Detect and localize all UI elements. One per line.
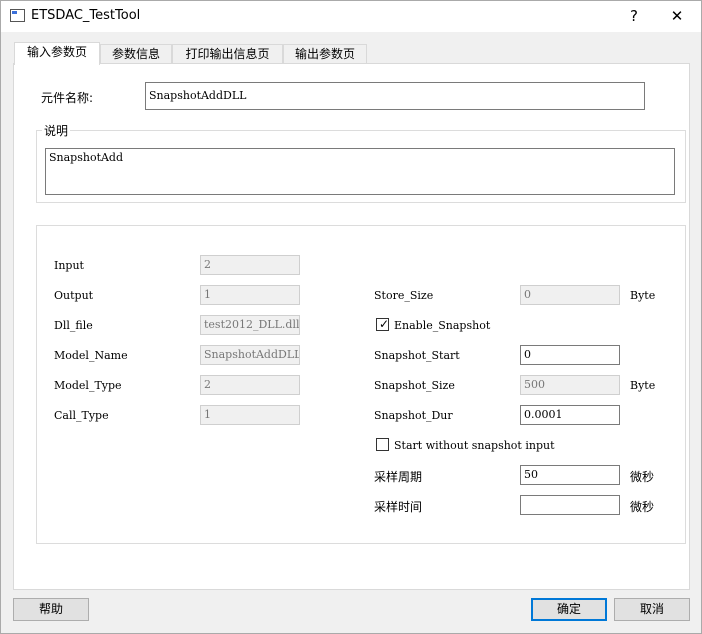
snapshot-dur-label: Snapshot_Dur xyxy=(374,409,453,422)
model-type-label: Model_Type xyxy=(54,379,122,392)
sample-time-input[interactable] xyxy=(520,495,620,515)
call-type-label: Call_Type xyxy=(54,409,109,422)
sample-time-label: 采样时间 xyxy=(374,500,423,514)
tab-panel: 元件名称: SnapshotAddDLL 说明 SnapshotAdd Inpu… xyxy=(13,63,690,590)
sample-period-unit: 微秒 xyxy=(630,470,655,484)
output-field: 1 xyxy=(200,285,300,305)
start-without-snapshot-label[interactable]: Start without snapshot input xyxy=(394,439,555,452)
snapshot-size-unit: Byte xyxy=(630,379,656,392)
sample-period-input[interactable]: 50 xyxy=(520,465,620,485)
input-label: Input xyxy=(54,259,84,272)
snapshot-start-input[interactable]: 0 xyxy=(520,345,620,365)
snapshot-size-field: 500 xyxy=(520,375,620,395)
snapshot-size-label: Snapshot_Size xyxy=(374,379,455,392)
close-icon[interactable]: ✕ xyxy=(663,5,691,27)
output-label: Output xyxy=(54,289,94,302)
sample-time-unit: 微秒 xyxy=(630,500,655,514)
enable-snapshot-checkbox[interactable]: ✓ xyxy=(376,317,390,331)
cancel-button[interactable]: 取消 xyxy=(614,598,690,621)
model-type-field: 2 xyxy=(200,375,300,395)
tab-param-info[interactable]: 参数信息 xyxy=(100,44,172,64)
help-icon[interactable]: ? xyxy=(622,5,646,27)
sample-period-label: 采样周期 xyxy=(374,470,423,484)
tab-input-params[interactable]: 输入参数页 xyxy=(14,42,100,65)
store-size-unit: Byte xyxy=(630,289,656,302)
call-type-field: 1 xyxy=(200,405,300,425)
dll-file-field: test2012_DLL.dll xyxy=(200,315,300,335)
model-name-label: Model_Name xyxy=(54,349,128,362)
snapshot-dur-input[interactable]: 0.0001 xyxy=(520,405,620,425)
tab-output-params[interactable]: 输出参数页 xyxy=(283,44,367,64)
store-size-label: Store_Size xyxy=(374,289,434,302)
description-label: 说明 xyxy=(42,122,71,139)
input-field: 2 xyxy=(200,255,300,275)
store-size-field: 0 xyxy=(520,285,620,305)
app-icon xyxy=(10,9,25,22)
component-name-input[interactable]: SnapshotAddDLL xyxy=(145,82,645,110)
snapshot-start-label: Snapshot_Start xyxy=(374,349,460,362)
help-button[interactable]: 帮助 xyxy=(13,598,89,621)
dialog-window: ETSDAC_TestTool ? ✕ 输入参数页 参数信息 打印输出信息页 输… xyxy=(0,0,702,634)
ok-button[interactable]: 确定 xyxy=(531,598,607,621)
window-title: ETSDAC_TestTool xyxy=(31,8,141,23)
title-bar: ETSDAC_TestTool ? ✕ xyxy=(1,1,701,32)
description-textarea[interactable]: SnapshotAdd xyxy=(45,148,675,195)
model-name-field: SnapshotAddDLL xyxy=(200,345,300,365)
enable-snapshot-label[interactable]: Enable_Snapshot xyxy=(394,319,490,332)
start-without-snapshot-checkbox[interactable] xyxy=(376,438,389,451)
dll-file-label: Dll_file xyxy=(54,319,93,332)
tab-print-output[interactable]: 打印输出信息页 xyxy=(172,44,283,64)
component-name-label: 元件名称: xyxy=(41,91,94,105)
check-icon: ✓ xyxy=(379,317,390,331)
